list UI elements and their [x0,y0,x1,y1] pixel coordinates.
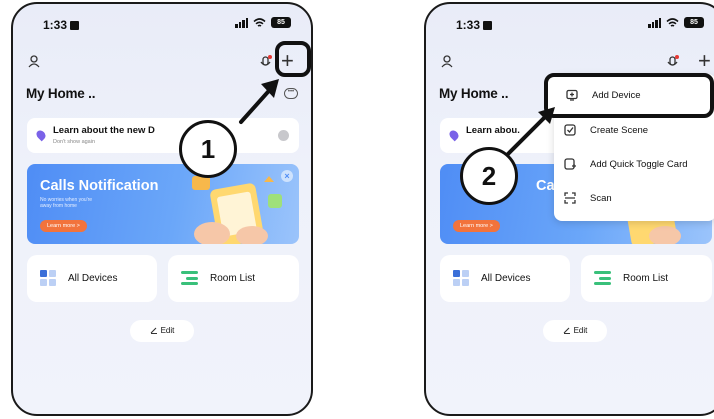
arrow-to-add-device [506,107,555,156]
phone-screen-step-1: 1:33 85 + My Home .. ••• Learn about the… [11,2,313,416]
arrow-to-plus [239,79,279,124]
step-number-2: 2 [460,147,518,205]
phone-screen-step-2: 1:33 85 + My Home .. Learn abou. Ca Lear… [424,2,714,416]
step-number-1: 1 [179,120,237,178]
